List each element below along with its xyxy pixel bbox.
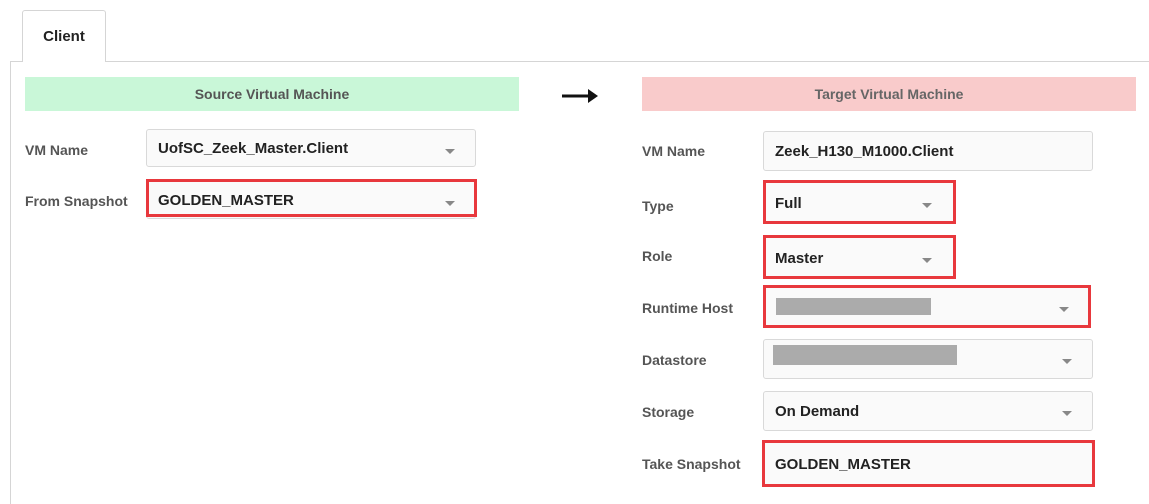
target-vm-header: Target Virtual Machine [642, 77, 1136, 111]
chevron-down-icon [922, 203, 932, 208]
target-vm-name-value: Zeek_H130_M1000.Client [775, 142, 954, 160]
target-datastore-label: Datastore [642, 352, 707, 368]
source-vm-header-label: Source Virtual Machine [194, 86, 350, 102]
target-role-label: Role [642, 248, 673, 264]
panel-border [10, 61, 11, 504]
target-role-value: Master [775, 249, 824, 267]
chevron-down-icon [445, 201, 455, 206]
target-take-snapshot-label: Take Snapshot [642, 456, 741, 472]
target-role-select[interactable]: Master [763, 237, 956, 279]
source-from-snapshot-label: From Snapshot [25, 193, 128, 209]
source-from-snapshot-value: GOLDEN_MASTER [158, 191, 294, 209]
chevron-down-icon [1062, 411, 1072, 416]
target-type-label: Type [642, 198, 674, 214]
target-take-snapshot-input[interactable]: GOLDEN_MASTER [763, 442, 1093, 486]
tab-bar: Client [0, 0, 1149, 62]
redaction-bar [773, 345, 957, 365]
source-vm-name-label: VM Name [25, 142, 89, 158]
chevron-down-icon [445, 149, 455, 154]
source-vm-header: Source Virtual Machine [25, 77, 519, 111]
target-runtime-host-label: Runtime Host [642, 300, 733, 316]
chevron-down-icon [922, 258, 932, 263]
tab-divider [10, 61, 1149, 62]
source-from-snapshot-select[interactable]: GOLDEN_MASTER [146, 181, 476, 219]
tab-client[interactable]: Client [22, 10, 106, 62]
target-storage-label: Storage [642, 404, 695, 420]
target-storage-select[interactable]: On Demand [763, 391, 1093, 431]
chevron-down-icon [1062, 359, 1072, 364]
tab-client-label: Client [43, 28, 85, 45]
target-vm-header-label: Target Virtual Machine [814, 86, 964, 102]
target-type-select[interactable]: Full [763, 182, 956, 224]
target-take-snapshot-value: GOLDEN_MASTER [775, 455, 911, 473]
target-storage-value: On Demand [775, 402, 860, 420]
source-vm-name-select[interactable]: UofSC_Zeek_Master.Client [146, 129, 476, 167]
redaction-bar [776, 298, 931, 315]
target-type-value: Full [775, 194, 802, 212]
arrow-right-icon [562, 89, 598, 103]
source-vm-name-value: UofSC_Zeek_Master.Client [158, 139, 349, 157]
target-vm-name-input[interactable]: Zeek_H130_M1000.Client [763, 131, 1093, 171]
target-vm-name-label: VM Name [642, 143, 706, 159]
chevron-down-icon [1059, 307, 1069, 312]
